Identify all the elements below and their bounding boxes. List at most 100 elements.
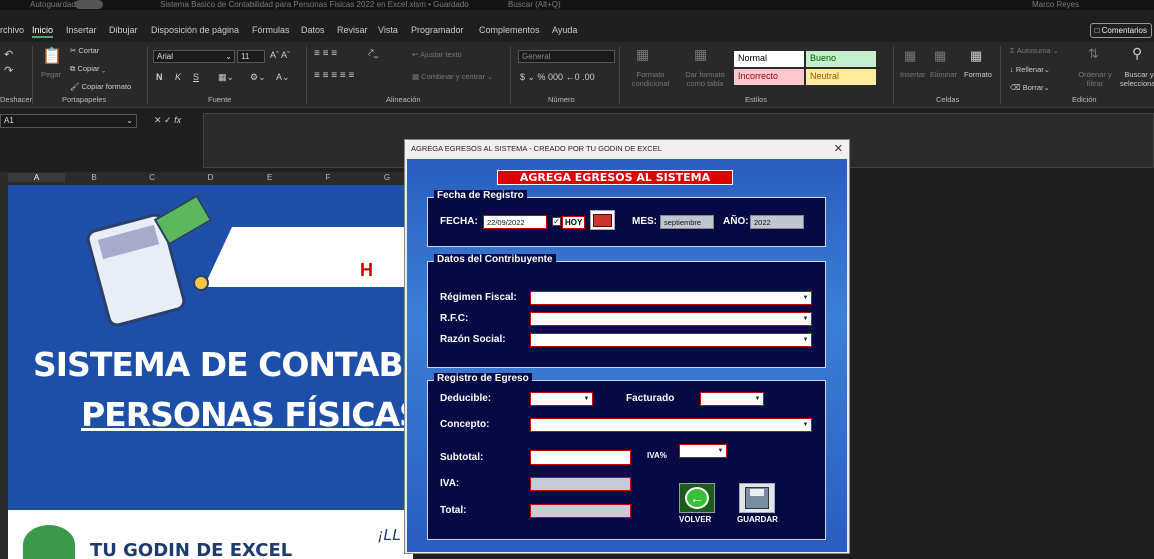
align-left-icon[interactable]: ≡ ≡ ≡ ≡ ≡ [314,70,354,81]
bold-button[interactable]: N [156,72,163,82]
tab-revisar[interactable]: Revisar [337,25,368,35]
cancel-formula-icon[interactable]: ✕ ✓ fx [154,115,181,126]
tab-complementos[interactable]: Complementos [479,25,540,35]
concepto-select[interactable]: ▼ [530,418,812,432]
wrap-text-button[interactable]: ↩ Ajustar texto [412,50,462,59]
orientation-icon[interactable]: ⤤⌄ [368,48,378,59]
merge-center-button[interactable]: ▦ Combinar y centrar ⌄ [412,72,493,81]
style-neutral[interactable]: Neutral [806,69,876,85]
autosave-toggle[interactable] [75,0,103,9]
subtotal-input[interactable] [530,450,631,465]
coin-icon [193,275,209,291]
tab-disposicion[interactable]: Disposición de página [151,25,239,35]
format-cells-icon[interactable]: ▦ [970,48,982,64]
anio-label: AÑO: [723,216,749,227]
clipboard-group-label: Portapapeles [62,95,107,104]
tab-archivo[interactable]: rchivo [0,25,24,35]
column-header[interactable]: E [240,173,299,182]
search-box[interactable]: Buscar (Alt+Q) [508,0,561,9]
sort-filter-icon[interactable]: ⇅ [1088,46,1099,62]
volver-button[interactable]: ← [679,483,715,513]
insert-cells-button[interactable]: Insertar [900,70,925,79]
rfc-select[interactable]: ▼ [530,312,812,326]
frame-fecha-registro: Fecha de Registro FECHA: 22/09/2022 ✓ HO… [427,190,826,247]
clear-button[interactable]: ⌫ Borrar⌄ [1010,83,1050,92]
ribbon-tabs: rchivo Inicio Insertar Dibujar Disposici… [0,20,1154,42]
facturado-select[interactable]: ▼ [700,392,764,406]
regimen-select[interactable]: ▼ [530,291,812,305]
chevron-down-icon: ▼ [754,396,761,402]
fill-button[interactable]: ↓ Rellenar⌄ [1010,65,1050,74]
facturado-label: Facturado [626,393,675,404]
font-color-icon[interactable]: A⌄ [276,72,290,83]
floppy-disk-icon [745,487,769,509]
paste-icon[interactable]: 📋 [42,46,62,66]
style-bueno[interactable]: Bueno [806,51,876,67]
deducible-label: Deducible: [440,393,492,404]
grow-font-icon[interactable]: Aˆ Aˇ [270,50,290,60]
fill-color-icon[interactable]: ⚙⌄ [250,72,266,83]
delete-cells-icon[interactable]: ▦ [934,48,946,64]
deducible-select[interactable]: ▼ [530,392,593,406]
column-header[interactable]: B [65,173,123,182]
mes-label: MES: [632,216,657,227]
fecha-label: FECHA: [440,216,478,227]
find-select-button[interactable]: Buscar y seleccionar [1118,70,1154,88]
tab-formulas[interactable]: Fórmulas [252,25,290,35]
tab-datos[interactable]: Datos [301,25,325,35]
tab-programador[interactable]: Programador [411,25,464,35]
delete-cells-button[interactable]: Eliminar [930,70,957,79]
chevron-down-icon: ▼ [802,316,809,322]
dialog-body: AGREGA EGRESOS AL SISTEMA Fecha de Regis… [407,159,847,552]
borders-icon[interactable]: ▦⌄ [218,72,234,83]
redo-icon[interactable]: ↷ [4,64,13,77]
number-format-select[interactable]: General [518,50,615,63]
hoy-label[interactable]: HOY [562,216,586,229]
column-header[interactable]: F [299,173,357,182]
format-table-icon[interactable]: ▦ [694,46,707,63]
undo-icon[interactable]: ↶ [4,48,13,61]
column-header[interactable]: C [123,173,181,182]
sort-filter-button[interactable]: Ordenar y filtrar [1076,70,1114,88]
tab-insertar[interactable]: Insertar [66,25,97,35]
currency-icon[interactable]: $ ⌄ % 000 ←0 .00 [520,72,595,83]
conditional-format-icon[interactable]: ▦ [636,46,649,63]
guardar-button[interactable] [739,483,775,513]
tab-inicio[interactable]: Inicio [32,25,54,38]
underline-button[interactable]: S [193,72,199,82]
guardar-label[interactable]: GUARDAR [737,515,778,524]
razon-select[interactable]: ▼ [530,333,812,347]
comments-button[interactable]: □ Comentarios [1089,23,1152,38]
autosum-button[interactable]: Σ Autosuma ⌄ [1010,46,1059,55]
cells-group-label: Celdas [936,95,960,104]
search-icon[interactable]: ⚲ [1132,45,1142,62]
align-top-icon[interactable]: ≡ ≡ ≡ [314,48,337,59]
fecha-input[interactable]: 22/09/2022 [483,215,547,229]
calendar-icon[interactable] [590,210,615,230]
copy-button[interactable]: ⧉ Copiar ⌄ [70,64,105,74]
concepto-label: Concepto: [440,419,490,430]
name-box[interactable]: A1 ⌄ [0,114,137,128]
hoy-checkbox[interactable]: ✓ [552,217,561,226]
format-cells-button[interactable]: Formato [964,70,992,79]
column-header[interactable]: A [8,173,65,182]
iva-pct-select[interactable]: ▼ [679,444,727,458]
font-name-select[interactable]: Arial ⌄ [153,50,235,63]
format-table-button[interactable]: Dar formato como tabla [680,70,730,88]
close-icon[interactable]: ✕ [834,142,843,155]
paste-label[interactable]: Pegar [41,70,61,79]
italic-button[interactable]: K [175,72,181,82]
font-size-select[interactable]: 11 [237,50,265,63]
conditional-format-button[interactable]: Formato condicional [628,70,673,88]
tab-vista[interactable]: Vista [378,25,398,35]
format-painter-button[interactable]: 🖌 Copiar formato [70,82,131,91]
tab-ayuda[interactable]: Ayuda [552,25,577,35]
style-incorrecto[interactable]: Incorrecto [734,69,804,85]
volver-label[interactable]: VOLVER [679,515,711,524]
column-header[interactable]: D [181,173,240,182]
partial-logo-text: H [360,260,373,280]
tab-dibujar[interactable]: Dibujar [109,25,138,35]
cut-button[interactable]: ✂ Cortar [70,46,99,55]
insert-cells-icon[interactable]: ▦ [904,48,916,64]
style-normal[interactable]: Normal [734,51,804,67]
